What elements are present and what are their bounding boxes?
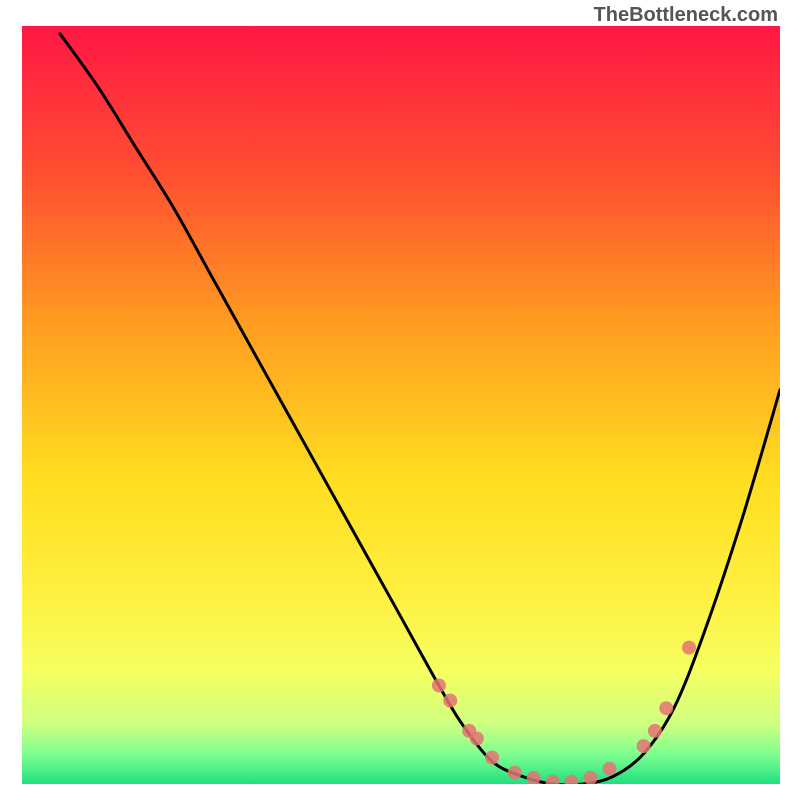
marker-point <box>659 701 673 715</box>
marker-point <box>648 724 662 738</box>
chart-svg <box>22 26 780 784</box>
watermark-text: TheBottleneck.com <box>594 4 778 27</box>
chart-plot-area <box>22 26 780 784</box>
marker-point <box>470 732 484 746</box>
marker-point <box>637 739 651 753</box>
marker-point <box>443 694 457 708</box>
marker-point <box>432 679 446 693</box>
marker-point <box>603 762 617 776</box>
marker-point <box>508 766 522 780</box>
chart-background <box>22 26 780 784</box>
marker-point <box>682 641 696 655</box>
marker-point <box>485 751 499 765</box>
